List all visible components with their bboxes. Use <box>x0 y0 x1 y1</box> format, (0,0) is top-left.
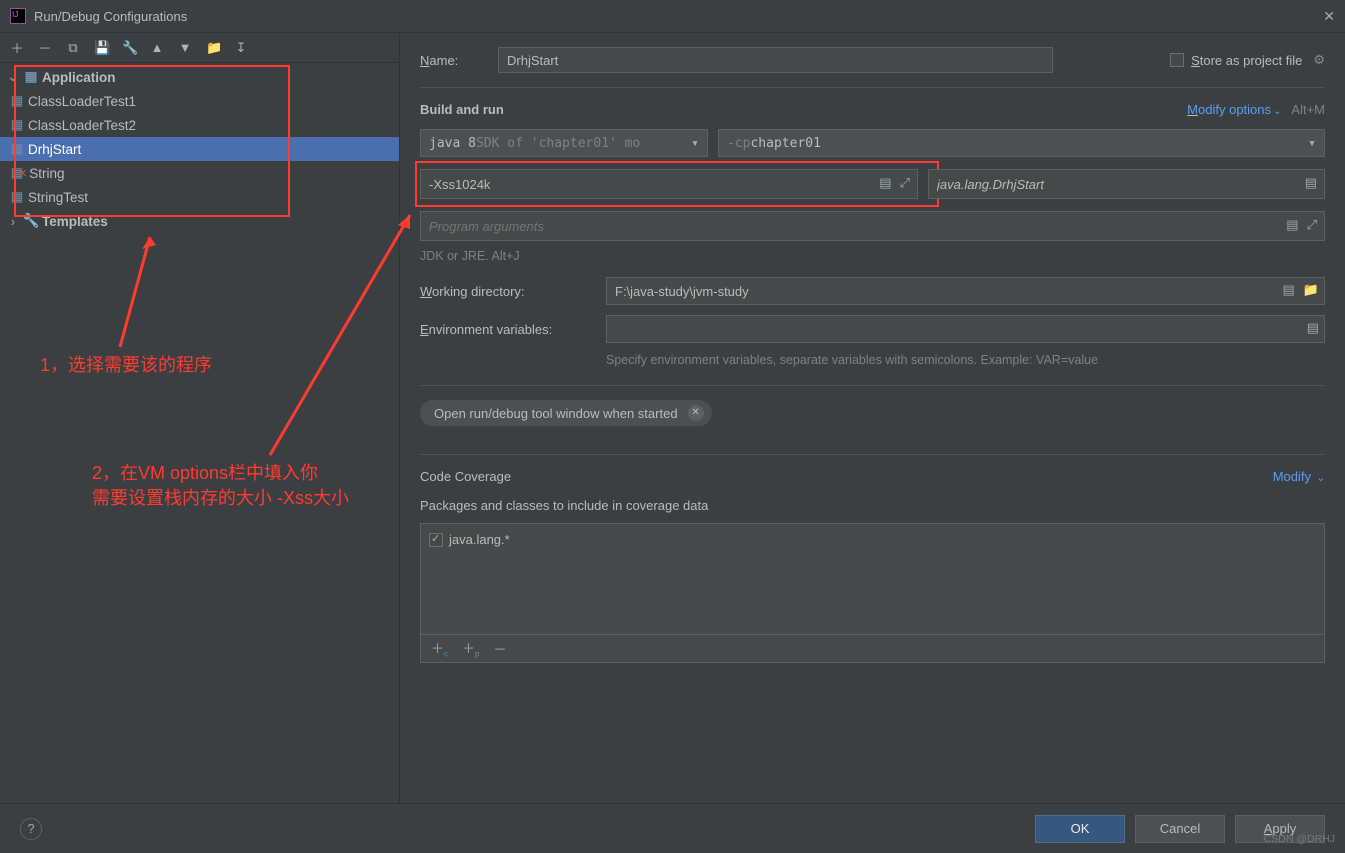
remove-tag-icon[interactable]: ✕ <box>688 405 704 421</box>
cc-subtitle: Packages and classes to include in cover… <box>420 498 1325 513</box>
wd-label: Working directory: <box>420 284 606 299</box>
chevron-down-icon: ▾ <box>691 136 699 151</box>
list-icon[interactable]: ▤ <box>1307 320 1319 336</box>
cancel-button[interactable]: Cancel <box>1135 815 1225 843</box>
add-icon[interactable]: ＋ <box>10 38 24 57</box>
classpath-select[interactable]: -cp chapter01 ▾ <box>718 129 1325 157</box>
window-title: Run/Debug Configurations <box>34 9 187 24</box>
store-label: Store as project file <box>1191 53 1302 68</box>
folder-icon[interactable]: 📁 <box>206 40 220 56</box>
coverage-item[interactable]: java.lang.* <box>429 532 1316 547</box>
main-class-input[interactable] <box>928 169 1325 199</box>
list-icon[interactable]: ▤ <box>1283 282 1295 298</box>
expand-icon[interactable]: ▤ <box>879 175 891 191</box>
code-coverage-title: Code Coverage <box>420 469 511 484</box>
remove-icon[interactable]: － <box>38 38 52 57</box>
help-button[interactable]: ? <box>20 818 42 840</box>
cc-modify-link[interactable]: Modify ⌄ <box>1273 469 1325 484</box>
save-icon[interactable]: 💾 <box>94 40 108 56</box>
annotation-2: 2，在VM options栏中填入你 需要设置栈内存的大小 -Xss大小 <box>92 461 392 511</box>
annotation-box-1 <box>14 65 290 217</box>
fullscreen-icon[interactable]: ⤢ <box>900 175 910 191</box>
program-args-input[interactable] <box>420 211 1325 241</box>
name-label: Name: <box>420 53 498 68</box>
env-hint: Specify environment variables, separate … <box>606 353 1325 367</box>
name-input[interactable] <box>498 47 1053 73</box>
coverage-list: java.lang.* ＋c ＋p － <box>420 523 1325 663</box>
env-label: Environment variables: <box>420 322 606 337</box>
open-tool-tag[interactable]: Open run/debug tool window when started … <box>420 400 712 426</box>
watermark: CSDN @DRHJ <box>1264 833 1335 845</box>
browse-folder-icon[interactable]: 📁 <box>1303 282 1319 298</box>
jdk-select[interactable]: java 8 SDK of 'chapter01' mo ▾ <box>420 129 708 157</box>
coverage-checkbox[interactable] <box>429 533 443 547</box>
store-checkbox[interactable] <box>1170 53 1184 67</box>
wrench-icon[interactable]: 🔧 <box>122 40 136 56</box>
sort-icon[interactable]: ↧ <box>234 40 248 56</box>
env-vars-input[interactable] <box>606 315 1325 343</box>
chevron-down-icon: ▾ <box>1308 136 1316 151</box>
jdk-hint: JDK or JRE. Alt+J <box>420 249 1325 263</box>
list-icon[interactable]: ▤ <box>1305 175 1317 191</box>
vm-options-input[interactable] <box>420 169 918 199</box>
app-icon <box>10 8 26 24</box>
build-run-title: Build and run <box>420 102 504 117</box>
working-dir-input[interactable] <box>606 277 1325 305</box>
config-tree: ⌄ ▦ Application ▦ClassLoaderTest1 ▦Class… <box>0 63 399 803</box>
fullscreen-icon[interactable]: ⤢ <box>1307 217 1317 233</box>
down-icon[interactable]: ▼ <box>178 40 192 55</box>
arrow-1 <box>100 227 160 357</box>
ok-button[interactable]: OK <box>1035 815 1125 843</box>
up-icon[interactable]: ▲ <box>150 40 164 55</box>
modify-options-link[interactable]: Modify options⌄ <box>1187 102 1281 117</box>
list-icon[interactable]: ▤ <box>1286 217 1298 233</box>
close-icon[interactable]: ✕ <box>1323 8 1335 25</box>
copy-icon[interactable]: ⧉ <box>66 40 80 56</box>
annotation-1: 1，选择需要该的程序 <box>40 353 212 378</box>
config-toolbar: ＋ － ⧉ 💾 🔧 ▲ ▼ 📁 ↧ <box>0 33 399 63</box>
add-package-icon[interactable]: ＋p <box>462 638 479 659</box>
remove-icon[interactable]: － <box>493 639 506 658</box>
arrow-2 <box>260 205 420 465</box>
modify-shortcut: Alt+M <box>1291 102 1325 117</box>
add-class-icon[interactable]: ＋c <box>431 638 448 659</box>
gear-icon[interactable]: ⚙ <box>1313 52 1325 68</box>
